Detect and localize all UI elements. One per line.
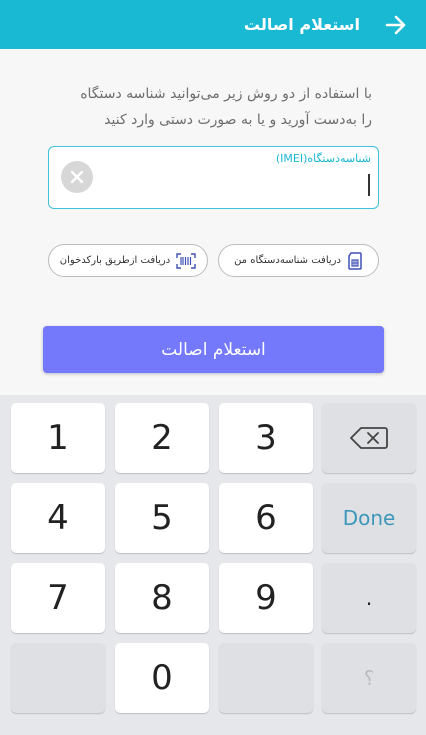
imei-field-label: شناسه‌دستگاه(IMEI) — [275, 152, 371, 165]
key-2[interactable]: 2 — [115, 403, 209, 473]
imei-field[interactable]: شناسه‌دستگاه(IMEI) — [48, 146, 379, 209]
page-title: استعلام اصالت — [243, 15, 360, 34]
done-key[interactable]: Done — [322, 483, 416, 553]
numeric-keyboard: 1 2 3 4 5 6 Done 7 8 9 . 0 ؟ — [0, 395, 426, 735]
arrow-right-icon — [385, 15, 406, 34]
key-3[interactable]: 3 — [219, 403, 313, 473]
content-area: با استفاده از دو روش زیر می‌توانید شناسه… — [0, 49, 426, 395]
text-caret — [368, 174, 370, 196]
key-6[interactable]: 6 — [219, 483, 313, 553]
question-key[interactable]: ؟ — [322, 643, 416, 713]
key-0[interactable]: 0 — [115, 643, 209, 713]
key-4[interactable]: 4 — [11, 483, 105, 553]
get-device-id-label: دریافت شناسه‌دستگاه من — [234, 255, 341, 266]
app-bar: استعلام اصالت — [0, 0, 426, 49]
instructions-line-1: با استفاده از دو روش زیر می‌توانید شناسه… — [80, 86, 372, 102]
blank-key-2 — [219, 643, 313, 713]
dot-key[interactable]: . — [322, 563, 416, 633]
scan-barcode-label: دریافت ازطریق بارکدخوان — [59, 255, 171, 266]
key-5[interactable]: 5 — [115, 483, 209, 553]
backspace-icon — [350, 427, 388, 449]
blank-key — [11, 643, 105, 713]
instructions-line-2: را به‌دست آورید و یا به صورت دستی وارد ک… — [104, 112, 372, 128]
key-8[interactable]: 8 — [115, 563, 209, 633]
key-1[interactable]: 1 — [11, 403, 105, 473]
instructions-text: با استفاده از دو روش زیر می‌توانید شناسه… — [40, 81, 372, 133]
clear-button[interactable] — [61, 161, 93, 193]
sim-card-icon — [348, 251, 362, 270]
back-button[interactable] — [374, 0, 418, 49]
scan-barcode-button[interactable]: دریافت ازطریق بارکدخوان — [48, 244, 208, 277]
barcode-scanner-icon — [176, 252, 196, 269]
submit-authenticity-button[interactable]: استعلام اصالت — [43, 326, 384, 373]
backspace-key[interactable] — [322, 403, 416, 473]
imei-input[interactable] — [109, 173, 360, 199]
close-icon — [70, 170, 84, 184]
key-9[interactable]: 9 — [219, 563, 313, 633]
get-device-id-button[interactable]: دریافت شناسه‌دستگاه من — [218, 244, 379, 277]
key-7[interactable]: 7 — [11, 563, 105, 633]
